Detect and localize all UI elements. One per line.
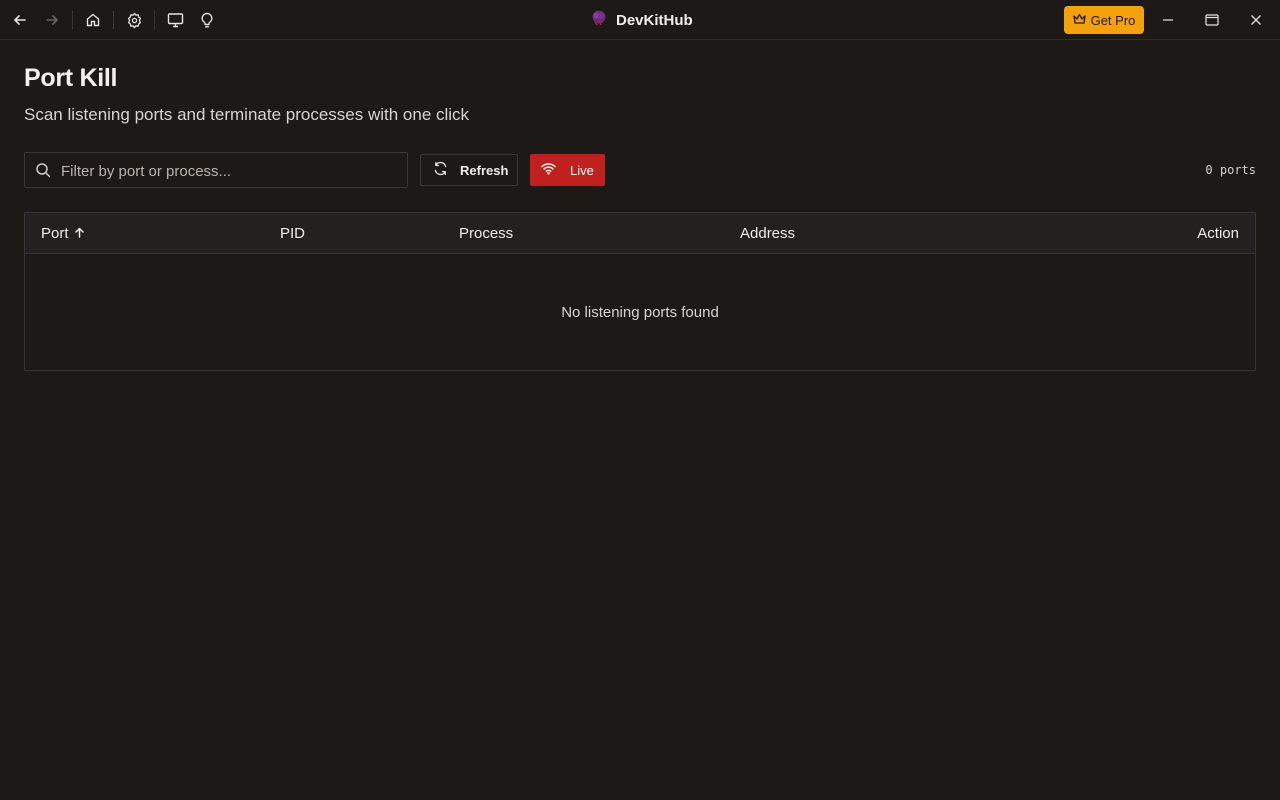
brain-logo-icon [590, 9, 608, 32]
minimize-icon[interactable] [1158, 10, 1178, 30]
wifi-icon [541, 162, 556, 178]
search-icon [35, 162, 53, 180]
search-input[interactable] [61, 159, 401, 183]
divider [154, 11, 155, 29]
arrow-right-icon[interactable] [42, 10, 62, 30]
divider [72, 11, 73, 29]
live-toggle-button[interactable]: Live [530, 154, 605, 186]
search-box [24, 152, 408, 188]
table-header: Port PID Process Address Action [25, 213, 1255, 254]
crown-icon [1072, 13, 1086, 28]
column-header-address[interactable]: Address [740, 225, 795, 242]
refresh-icon [433, 161, 448, 179]
get-pro-button[interactable]: Get Pro [1064, 6, 1144, 34]
column-header-process[interactable]: Process [459, 225, 513, 242]
refresh-label: Refresh [460, 162, 509, 178]
home-icon[interactable] [83, 10, 103, 30]
page-subtitle: Scan listening ports and terminate proce… [24, 105, 470, 124]
port-count: 0 ports [1205, 163, 1256, 177]
column-header-action: Action [1197, 225, 1239, 242]
refresh-button[interactable]: Refresh [420, 154, 518, 186]
ports-table: Port PID Process Address Action No liste… [24, 212, 1256, 371]
live-label: Live [570, 162, 594, 178]
get-pro-label: Get Pro [1090, 12, 1136, 28]
app-title: DevKitHub [590, 10, 693, 30]
lightbulb-icon[interactable] [197, 10, 217, 30]
page-title: Port Kill [24, 64, 118, 92]
arrow-up-icon [74, 225, 84, 242]
monitor-icon[interactable] [165, 10, 185, 30]
maximize-icon[interactable] [1202, 10, 1222, 30]
arrow-left-icon[interactable] [10, 10, 30, 30]
column-header-port[interactable]: Port [41, 225, 84, 242]
column-label: Port [41, 225, 69, 242]
title-bar: DevKitHub Get Pro [0, 0, 1280, 40]
close-icon[interactable] [1246, 10, 1266, 30]
gear-icon[interactable] [124, 10, 144, 30]
empty-state-message: No listening ports found [561, 304, 719, 321]
app-name: DevKitHub [616, 11, 693, 29]
divider [113, 11, 114, 29]
column-header-pid[interactable]: PID [280, 225, 305, 242]
